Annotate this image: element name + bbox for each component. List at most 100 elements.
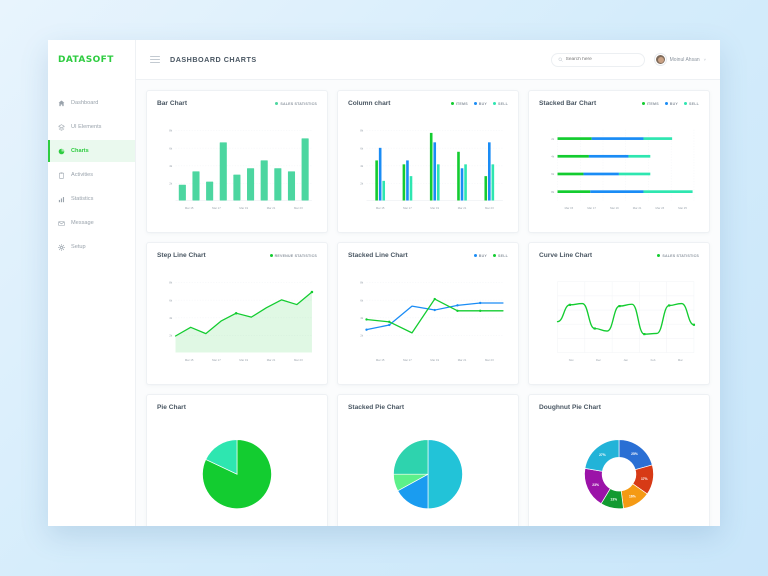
card-header: Stacked Line Chart BUY SELL	[348, 252, 508, 259]
legend-item[interactable]: BUY	[473, 101, 487, 106]
legend-dot-icon	[657, 254, 661, 257]
legend-label: SALES STATISTICS	[280, 101, 317, 106]
card-header: Curve Line Chart SALES STATISTICS	[539, 252, 699, 259]
card-title: Stacked Pie Chart	[348, 404, 405, 411]
sidebar-item-label: Activities	[71, 172, 94, 178]
legend-item[interactable]: ITEMS	[641, 101, 659, 106]
svg-text:Mar 19: Mar 19	[239, 358, 248, 362]
svg-text:2k: 2k	[169, 182, 173, 186]
brand-logo[interactable]: DATASOFT	[48, 40, 135, 80]
legend-item[interactable]: SALES STATISTICS	[657, 254, 699, 258]
legend-item[interactable]: SELL	[493, 102, 508, 106]
sidebar-item-ui-elements[interactable]: UI Elements	[48, 116, 135, 138]
card-header: Doughnut Pie Chart	[539, 404, 699, 411]
svg-text:4k: 4k	[360, 316, 364, 320]
legend-label: REVENUE STATISTICS	[274, 253, 317, 258]
svg-text:8k: 8k	[551, 190, 555, 194]
svg-text:Mar: Mar	[678, 358, 683, 362]
legend-dot-icon	[493, 102, 496, 105]
sidebar-item-label: Setup	[71, 244, 86, 250]
legend-dot-icon	[473, 254, 477, 257]
svg-text:Mar 19: Mar 19	[239, 206, 248, 210]
sidebar-nav: Dashboard UI Elements Charts Activities Stat…	[48, 80, 135, 258]
card-bar-chart: Bar Chart SALES STATISTICS 2k 4k 6k 8k Mar 15 M…	[146, 90, 328, 233]
search-input[interactable]	[565, 57, 638, 62]
topbar-right: Moinul Ahsan ˅	[550, 52, 706, 67]
svg-text:Mar 21: Mar 21	[267, 206, 276, 210]
svg-text:Mar 21: Mar 21	[267, 358, 276, 362]
svg-text:Mar 17: Mar 17	[403, 358, 412, 362]
svg-text:Mar 17: Mar 17	[587, 206, 596, 210]
card-stacked-line-chart: Stacked Line Chart BUY SELL 2k 4k 6k 8k Mar 15 M…	[337, 242, 519, 385]
chevron-down-icon: ˅	[703, 57, 706, 62]
chart-plot-curve-line-chart: Nov Dec Jan Feb Mar	[539, 263, 699, 378]
card-stacked-pie-chart: Stacked Pie Chart	[337, 394, 519, 526]
card-stacked-bar-chart: Stacked Bar Chart ITEMS BUY SELL 2k 4k 6k 8k Mar…	[528, 90, 710, 233]
card-title: Stacked Bar Chart	[539, 100, 597, 107]
legend-item[interactable]: ITEMS	[450, 102, 468, 106]
chart-legend: SALES STATISTICS	[275, 102, 317, 106]
legend-dot-icon	[684, 102, 687, 105]
page-title: DASHBOARD CHARTS	[170, 55, 257, 64]
card-title: Step Line Chart	[157, 252, 206, 259]
pie-chart-icon	[58, 148, 65, 155]
svg-text:6k: 6k	[169, 146, 173, 150]
user-name: Moinul Ahsan	[669, 56, 700, 63]
sidebar-item-charts[interactable]: Charts	[48, 140, 135, 162]
svg-text:2k: 2k	[360, 182, 364, 186]
svg-text:Mar 15: Mar 15	[565, 206, 574, 210]
svg-text:Mar 21: Mar 21	[458, 358, 467, 362]
chart-legend: ITEMS BUY SELL	[641, 101, 699, 106]
sidebar-item-dashboard[interactable]: Dashboard	[48, 92, 135, 114]
card-header: Pie Chart	[157, 404, 317, 411]
sidebar-item-label: Statistics	[71, 196, 94, 202]
card-header: Stacked Pie Chart	[348, 404, 508, 411]
layers-icon	[58, 123, 65, 131]
chart-plot-bar-chart: 2k 4k 6k 8k Mar 15 Mar 17 Mar 19 Mar 21 Mar 23	[157, 111, 317, 226]
svg-text:Mar 23: Mar 23	[294, 206, 303, 210]
legend-item[interactable]: SALES STATISTICS	[275, 102, 317, 106]
sidebar-item-statistics[interactable]: Statistics	[48, 188, 135, 210]
legend-item[interactable]: BUY	[473, 253, 487, 258]
search-box[interactable]	[550, 52, 645, 67]
svg-text:27%: 27%	[599, 453, 606, 457]
legend-dot-icon	[473, 102, 477, 105]
hamburger-icon[interactable]	[150, 56, 160, 63]
card-doughnut-pie-chart: Doughnut Pie Chart 25% 17% 16% 13% 23% 27%	[528, 394, 710, 526]
legend-label: SELL	[498, 101, 508, 106]
svg-text:Mar 21: Mar 21	[633, 206, 642, 210]
svg-text:6k: 6k	[360, 146, 364, 150]
card-header: Stacked Bar Chart ITEMS BUY SELL	[539, 100, 699, 107]
card-header: Step Line Chart REVENUE STATISTICS	[157, 252, 317, 259]
svg-text:Mar 19: Mar 19	[610, 206, 619, 210]
legend-item[interactable]: SELL	[493, 254, 508, 258]
legend-item[interactable]: REVENUE STATISTICS	[269, 253, 317, 258]
chart-plot-stacked-line-chart: 2k 4k 6k 8k Mar 15 Mar 17 Mar 19 Mar 21 Mar 23	[348, 263, 508, 378]
bar-chart-icon	[58, 196, 65, 203]
svg-text:4k: 4k	[551, 154, 555, 158]
svg-text:Jan: Jan	[624, 358, 629, 362]
envelope-icon	[58, 220, 65, 227]
sidebar-item-setup[interactable]: Setup	[48, 236, 135, 258]
legend-item[interactable]: SELL	[684, 102, 699, 106]
svg-text:Mar 23: Mar 23	[294, 358, 303, 362]
legend-label: SALES STATISTICS	[662, 253, 699, 258]
svg-text:8k: 8k	[169, 281, 173, 285]
gear-icon	[58, 243, 65, 251]
legend-label: ITEMS	[646, 101, 659, 106]
charts-grid: Bar Chart SALES STATISTICS 2k 4k 6k 8k Mar 15 M…	[136, 80, 720, 526]
legend-dot-icon	[493, 254, 496, 257]
legend-label: BUY	[478, 101, 487, 106]
chart-legend: BUY SELL	[473, 253, 508, 258]
user-menu[interactable]: Moinul Ahsan ˅	[654, 54, 706, 65]
sidebar-item-message[interactable]: Message	[48, 212, 135, 234]
svg-text:6k: 6k	[551, 172, 555, 176]
svg-text:2k: 2k	[360, 334, 364, 338]
chart-legend: ITEMS BUY SELL	[450, 101, 508, 106]
legend-item[interactable]: BUY	[664, 102, 678, 106]
svg-text:Mar 15: Mar 15	[376, 206, 385, 210]
legend-label: BUY	[478, 253, 487, 258]
svg-text:Mar 17: Mar 17	[403, 206, 412, 210]
sidebar-item-activities[interactable]: Activities	[48, 164, 135, 186]
svg-text:16%: 16%	[629, 494, 636, 498]
